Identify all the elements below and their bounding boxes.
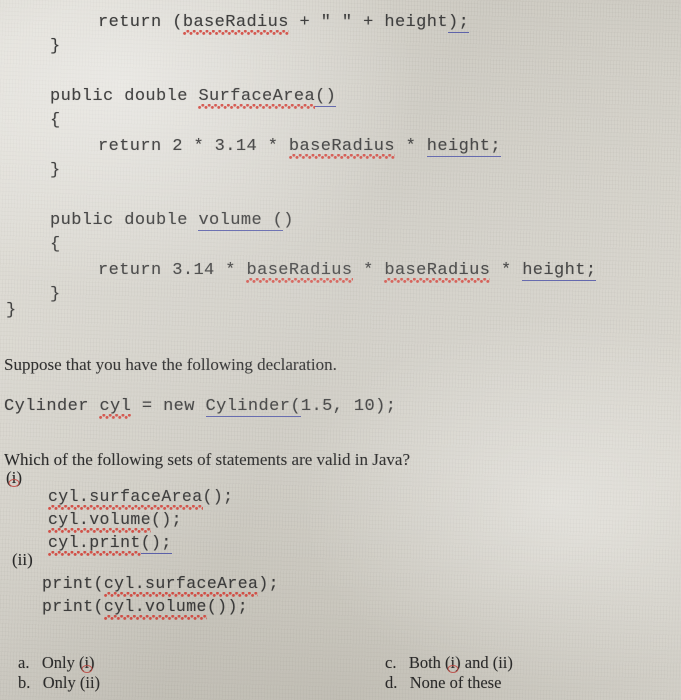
constructor-cylinder: Cylinder( [205,397,301,417]
method-name-volume: volume ( [198,211,284,231]
marker-numeral-i: i [11,468,17,487]
code-line-close-brace-3: } [50,285,61,304]
code-line-close-brace-1: } [50,37,61,56]
literal-two: 2 [172,137,183,156]
identifier-height-semicolon: height; [426,137,501,157]
expr-cyl-print: cyl.print [48,533,141,555]
operator-plus: + [299,13,311,32]
code-line-open-brace-2: { [50,235,61,254]
operator-star-3: * [405,137,417,156]
statement-ii-line-2: print(cyl.volume()); [42,597,249,619]
call-print-suffix-1: ); [258,574,279,593]
expr-call-suffix-2: (); [151,510,182,529]
code-line-return-tostring: return (baseRadius + " " + height); [98,13,470,35]
code-line-return-surfacearea: return 2 * 3.14 * baseRadius * height; [98,137,501,159]
code-line-volume-signature: public double volume () [50,212,294,231]
operator-star-6: * [500,261,512,280]
code-line-close-brace-2: } [50,161,61,180]
option-b-letter: b. [18,673,31,692]
option-a[interactable]: a. Only (i) [18,653,95,672]
option-d-text: None of these [409,673,502,692]
identifier-height-semicolon-2: height; [522,261,597,281]
close-paren-volume: ) [283,211,294,230]
statement-i-line-3: cyl.print(); [48,533,172,555]
code-line-close-brace-class: } [6,301,17,320]
modifier-public-double: public double [50,87,188,106]
option-d[interactable]: d. None of these [385,673,502,692]
option-c[interactable]: c. Both (i) and (ii) [385,653,513,672]
option-d-letter: d. [385,673,398,692]
constructor-args: 1.5, 10); [300,397,397,416]
code-line-declaration: Cylinder cyl = new Cylinder(1.5, 10); [4,397,397,419]
keyword-new: new [163,397,195,416]
method-name-surfacearea: SurfaceArea [198,87,316,109]
prose-suppose-declaration: Suppose that you have the following decl… [4,355,337,374]
identifier-height: height [384,13,448,32]
operator-star-5: * [363,261,374,280]
literal-pi-2: 3.14 [172,261,215,280]
option-c-numeral: i [450,653,456,672]
option-a-letter: a. [18,653,30,672]
modifier-public-double-2: public double [50,211,188,230]
keyword-return-3: return [98,261,162,280]
operator-plus-2: + [363,13,374,32]
open-paren: ( [172,13,183,32]
operator-star-2: * [267,137,279,156]
statement-set-marker-i: (i) [6,469,22,486]
operator-equals: = [141,397,153,416]
expr-cyl-surfacearea: cyl.surfaceArea [48,487,203,509]
code-line-surfacearea-signature: public double SurfaceArea() [50,87,337,109]
identifier-baseradius-2: baseRadius [288,137,395,159]
statement-set-marker-ii: (ii) [12,550,33,569]
option-b-text: Only (ii) [42,673,101,692]
option-b[interactable]: b. Only (ii) [18,673,101,692]
identifier-baseradius-3: baseRadius [246,261,353,283]
variable-cyl: cyl [99,397,132,419]
call-print-prefix-1: print( [42,574,104,593]
statement-i-line-1: cyl.surfaceArea(); [48,487,234,509]
prose-question: Which of the following sets of statement… [4,450,410,469]
option-c-letter: c. [385,653,397,672]
operator-star-4: * [225,261,236,280]
statement-ii-line-1: print(cyl.surfaceArea); [42,574,279,596]
literal-pi: 3.14 [214,137,258,156]
option-a-text: Only ( [41,653,85,672]
expr-cyl-volume: cyl.volume [48,510,152,532]
call-print-suffix-2: ()); [206,597,249,616]
string-literal-space: " " [320,13,353,32]
call-print-prefix-2: print( [42,597,104,616]
statement-i-line-2: cyl.volume(); [48,510,182,532]
arg-cyl-surfacearea: cyl.surfaceArea [103,574,259,596]
identifier-baseradius: baseRadius [182,13,289,35]
identifier-baseradius-4: baseRadius [384,261,491,283]
scanned-page: return (baseRadius + " " + height); } pu… [0,0,681,700]
close-paren-semicolon: ); [447,13,470,33]
arg-cyl-volume: cyl.volume [103,597,207,619]
expr-call-suffix-3: (); [140,533,172,554]
option-c-text: Both ( [408,653,451,672]
keyword-return: return [98,13,162,32]
expr-call-suffix-1: (); [202,487,234,506]
option-a-numeral: i [84,653,90,672]
code-line-return-volume: return 3.14 * baseRadius * baseRadius * … [98,261,597,283]
code-line-open-brace-1: { [50,111,61,130]
operator-star-1: * [193,137,205,156]
keyword-return-2: return [98,137,162,156]
option-c-tail: ) and (ii) [455,653,513,672]
type-cylinder: Cylinder [4,397,89,416]
empty-arg-list-surfacearea: () [315,87,337,107]
